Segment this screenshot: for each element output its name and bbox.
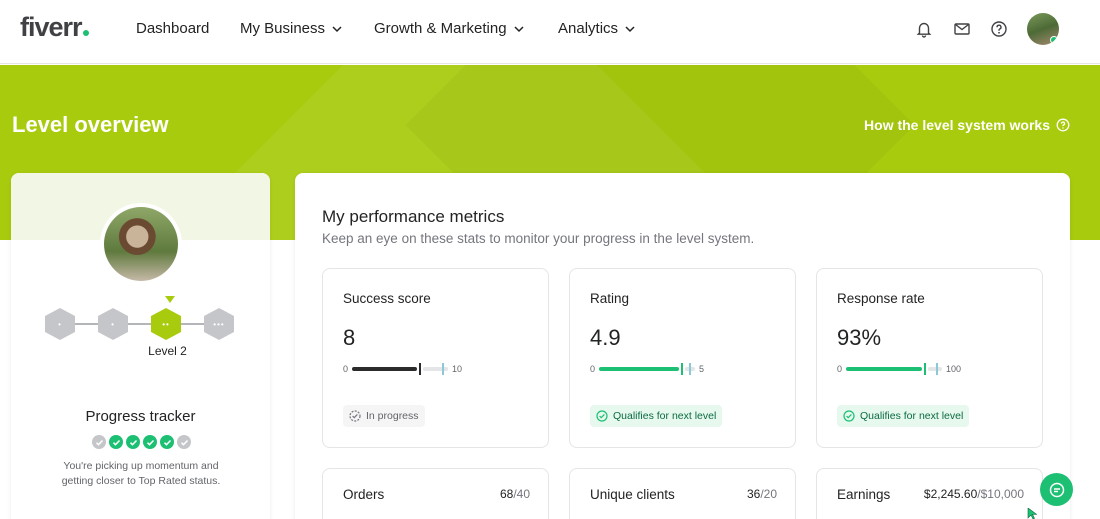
- success-score-label: Success score: [343, 291, 431, 306]
- progress-step-check-icon: [177, 435, 191, 449]
- online-status-dot: [1050, 36, 1058, 44]
- progress-step-check-icon: [160, 435, 174, 449]
- bar-min-label: 0: [343, 364, 349, 374]
- level-new-seller-hexagon: •: [45, 308, 75, 340]
- rating-label: Rating: [590, 291, 630, 306]
- unique-clients-value: 36/20: [746, 487, 777, 501]
- profile-card: • • •• ••• Level 2 Progress tracker You'…: [11, 173, 270, 519]
- earnings-card: Earnings $2,245.60/$10,000: [816, 468, 1043, 519]
- level-top-rated-hexagon: •••: [204, 308, 234, 340]
- bar-track: [846, 363, 943, 375]
- rating-progress-bar: 0 5: [590, 363, 780, 375]
- chevron-down-icon: [332, 25, 342, 32]
- level-2-hexagon: ••: [151, 308, 181, 340]
- bar-max-label: 10: [452, 364, 463, 374]
- performance-metrics-card: My performance metrics Keep an eye on th…: [295, 173, 1070, 519]
- check-circle-icon: [596, 410, 608, 422]
- rating-card: Rating 4.9 0 5 Qualifies for next level: [569, 268, 796, 448]
- bell-icon[interactable]: [915, 20, 933, 38]
- chat-icon: [1049, 482, 1064, 497]
- check-circle-icon: [843, 410, 855, 422]
- level-progress: • • •• •••: [45, 296, 235, 340]
- help-icon: [1056, 118, 1070, 132]
- status-badge: Qualifies for next level: [837, 405, 970, 427]
- response-rate-value: 93%: [837, 325, 882, 350]
- progress-tracker-title: Progress tracker: [85, 408, 196, 425]
- orders-value: 68/40: [499, 487, 530, 501]
- status-badge: Qualifies for next level: [590, 405, 723, 427]
- top-nav: fiverr Dashboard My Business Growth & Ma…: [0, 0, 1100, 64]
- nav-my-business[interactable]: My Business: [240, 20, 343, 37]
- page-title: Level overview: [12, 112, 169, 137]
- nav-analytics[interactable]: Analytics: [558, 20, 636, 37]
- chevron-down-icon: [514, 25, 524, 32]
- current-level-label: Level 2: [148, 344, 187, 358]
- bar-min-label: 0: [837, 364, 843, 374]
- bar-track: [599, 363, 696, 375]
- earnings-label: Earnings: [837, 487, 891, 502]
- unique-clients-card: Unique clients 36/20: [569, 468, 796, 519]
- progress-step-check-icon: [92, 435, 106, 449]
- progress-step-check-icon: [143, 435, 157, 449]
- in-progress-icon: [349, 410, 361, 422]
- progress-step-check-icon: [126, 435, 140, 449]
- chevron-down-icon: [625, 25, 635, 32]
- chat-button[interactable]: [1040, 473, 1073, 506]
- profile-avatar: [100, 203, 182, 285]
- response-rate-label: Response rate: [837, 291, 925, 306]
- earnings-value: $2,245.60/$10,000: [923, 487, 1024, 501]
- envelope-icon[interactable]: [953, 20, 971, 38]
- unique-clients-label: Unique clients: [590, 487, 675, 502]
- user-avatar[interactable]: [1027, 13, 1059, 45]
- help-icon[interactable]: [990, 20, 1008, 38]
- level-system-link[interactable]: How the level system works: [864, 117, 1070, 133]
- bar-track: [352, 363, 449, 375]
- orders-label: Orders: [343, 487, 385, 502]
- success-score-progress-bar: 0 10: [343, 363, 533, 375]
- nav-growth-marketing[interactable]: Growth & Marketing: [374, 20, 525, 37]
- progress-step-check-icon: [109, 435, 123, 449]
- bar-min-label: 0: [590, 364, 596, 374]
- orders-card: Orders 68/40: [322, 468, 549, 519]
- metrics-subtitle: Keep an eye on these stats to monitor yo…: [322, 231, 755, 246]
- level-1-hexagon: •: [98, 308, 128, 340]
- nav-dashboard[interactable]: Dashboard: [136, 20, 209, 37]
- metrics-title: My performance metrics: [322, 207, 505, 226]
- current-level-marker-icon: [165, 296, 175, 303]
- bar-max-label: 5: [699, 364, 705, 374]
- progress-tracker-steps: [92, 435, 191, 449]
- progress-tracker-text: You're picking up momentum and getting c…: [61, 460, 221, 487]
- success-score-value: 8: [343, 325, 356, 350]
- bar-max-label: 100: [946, 364, 962, 374]
- fiverr-logo[interactable]: fiverr: [20, 12, 89, 43]
- response-rate-progress-bar: 0 100: [837, 363, 1027, 375]
- rating-value: 4.9: [590, 325, 621, 350]
- response-rate-card: Response rate 93% 0 100 Qualifies for ne…: [816, 268, 1043, 448]
- success-score-card: Success score 8 0 10 In progress: [322, 268, 549, 448]
- status-badge: In progress: [343, 405, 425, 427]
- mouse-cursor-icon: [1027, 508, 1037, 519]
